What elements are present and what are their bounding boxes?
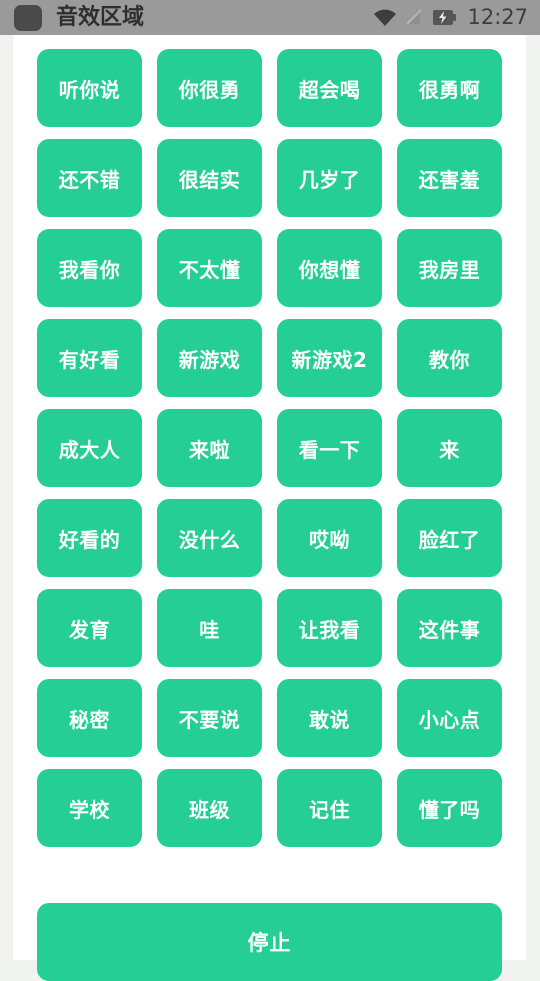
- sound-button[interactable]: 小心点: [397, 679, 502, 757]
- sound-button[interactable]: 我看你: [37, 229, 142, 307]
- sound-button[interactable]: 还不错: [37, 139, 142, 217]
- sound-button[interactable]: 成大人: [37, 409, 142, 487]
- status-bar: 音效区域 12:27: [0, 0, 540, 35]
- wifi-icon: [374, 9, 397, 26]
- sound-button[interactable]: 不太懂: [157, 229, 262, 307]
- sound-button[interactable]: 哇: [157, 589, 262, 667]
- content-card: 听你说 你很勇 超会喝 很勇啊 还不错 很结实 几岁了 还害羞 我看你 不太懂 …: [13, 35, 526, 981]
- sound-button[interactable]: 班级: [157, 769, 262, 847]
- stop-button[interactable]: 停止: [37, 903, 502, 981]
- sound-button[interactable]: 哎呦: [277, 499, 382, 577]
- sound-button[interactable]: 好看的: [37, 499, 142, 577]
- sound-button[interactable]: 有好看: [37, 319, 142, 397]
- sound-button[interactable]: 来啦: [157, 409, 262, 487]
- sound-button[interactable]: 看一下: [277, 409, 382, 487]
- sound-button[interactable]: 我房里: [397, 229, 502, 307]
- sound-button[interactable]: 这件事: [397, 589, 502, 667]
- sound-button[interactable]: 懂了吗: [397, 769, 502, 847]
- sound-button[interactable]: 你想懂: [277, 229, 382, 307]
- battery-charging-icon: [433, 10, 457, 25]
- sound-button[interactable]: 记住: [277, 769, 382, 847]
- sound-button[interactable]: 学校: [37, 769, 142, 847]
- sound-button[interactable]: 听你说: [37, 49, 142, 127]
- sound-button[interactable]: 让我看: [277, 589, 382, 667]
- app-square-icon: [14, 4, 42, 31]
- page-background: 听你说 你很勇 超会喝 很勇啊 还不错 很结实 几岁了 还害羞 我看你 不太懂 …: [0, 35, 540, 981]
- sound-button[interactable]: 敢说: [277, 679, 382, 757]
- sound-button[interactable]: 秘密: [37, 679, 142, 757]
- sound-button[interactable]: 来: [397, 409, 502, 487]
- signal-off-icon: [406, 8, 423, 25]
- sound-button[interactable]: 发育: [37, 589, 142, 667]
- sound-button[interactable]: 很勇啊: [397, 49, 502, 127]
- sound-button[interactable]: 新游戏2: [277, 319, 382, 397]
- sound-button[interactable]: 教你: [397, 319, 502, 397]
- sound-button[interactable]: 没什么: [157, 499, 262, 577]
- sound-button[interactable]: 不要说: [157, 679, 262, 757]
- sound-button[interactable]: 很结实: [157, 139, 262, 217]
- sound-button[interactable]: 你很勇: [157, 49, 262, 127]
- status-indicators: 12:27: [373, 7, 528, 28]
- app-title: 音效区域: [56, 4, 145, 30]
- sound-button[interactable]: 几岁了: [277, 139, 382, 217]
- sound-button-grid: 听你说 你很勇 超会喝 很勇啊 还不错 很结实 几岁了 还害羞 我看你 不太懂 …: [37, 49, 502, 847]
- sound-button[interactable]: 超会喝: [277, 49, 382, 127]
- sound-button[interactable]: 还害羞: [397, 139, 502, 217]
- status-clock: 12:27: [467, 5, 528, 29]
- sound-button[interactable]: 新游戏: [157, 319, 262, 397]
- sound-button[interactable]: 脸红了: [397, 499, 502, 577]
